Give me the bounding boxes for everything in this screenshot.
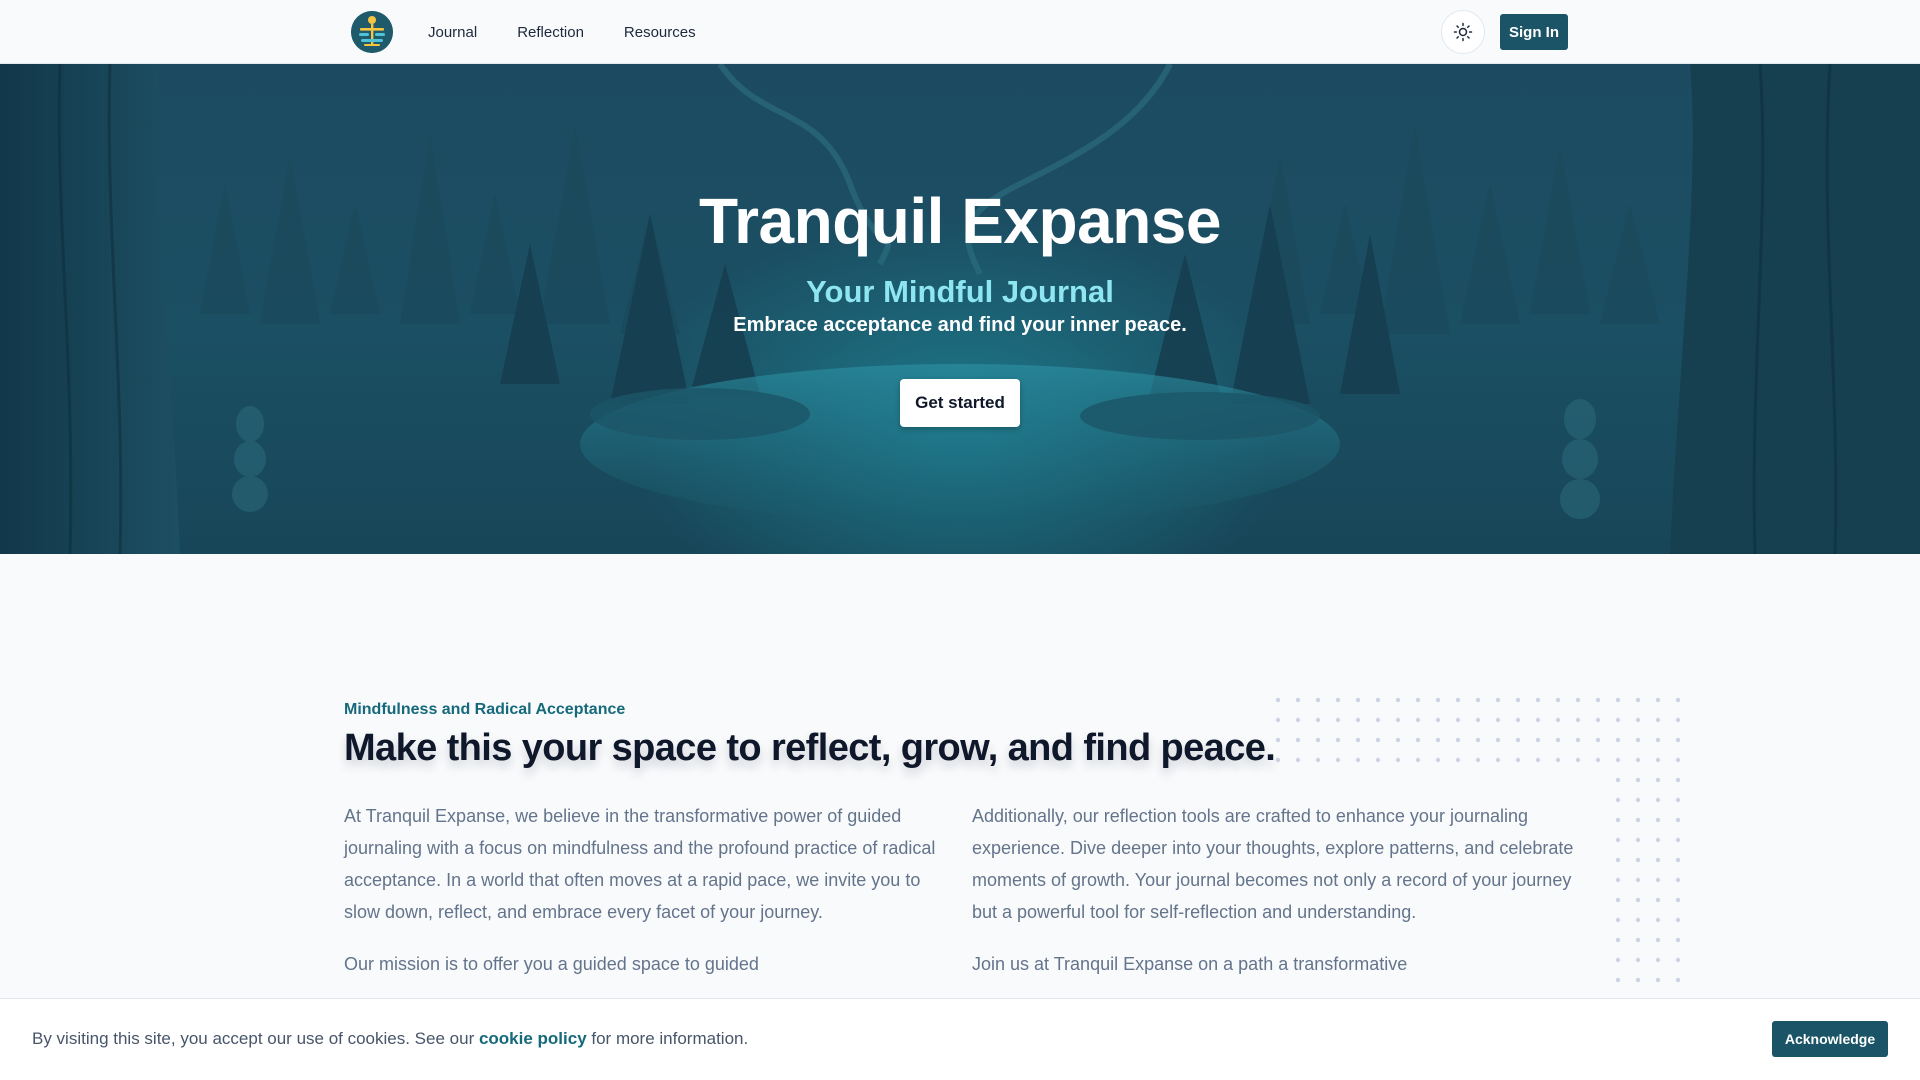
content-column-left: At Tranquil Expanse, we believe in the t…: [344, 800, 944, 980]
paragraph: Our mission is to offer you a guided spa…: [344, 954, 759, 974]
cookie-text-before: By visiting this site, you accept our us…: [32, 1029, 479, 1048]
hero-banner: Tranquil Expanse Your Mindful Journal Em…: [0, 64, 1920, 554]
section-heading: Make this your space to reflect, grow, a…: [344, 727, 1276, 769]
cookie-message: By visiting this site, you accept our us…: [32, 1029, 748, 1049]
get-started-button[interactable]: Get started: [900, 379, 1020, 427]
main-nav: Journal Reflection Resources: [428, 0, 696, 64]
section-eyebrow: Mindfulness and Radical Acceptance: [344, 701, 626, 718]
top-navbar: Journal Reflection Resources Sign In: [0, 0, 1920, 64]
paragraph: Join us at Tranquil Expanse on a path a …: [972, 954, 1408, 974]
nav-link-reflection[interactable]: Reflection: [517, 24, 584, 41]
paragraph: Additionally, our reflection tools are c…: [972, 806, 1574, 922]
sign-in-button[interactable]: Sign In: [1500, 14, 1568, 50]
theme-toggle-button[interactable]: [1441, 10, 1485, 54]
paragraph: At Tranquil Expanse, we believe in the t…: [344, 806, 936, 922]
hero-title: Tranquil Expanse: [699, 185, 1221, 257]
sun-icon: [1453, 22, 1473, 42]
logo-icon[interactable]: [351, 11, 393, 53]
cookie-policy-link[interactable]: cookie policy: [479, 1029, 587, 1048]
acknowledge-button[interactable]: Acknowledge: [1772, 1021, 1888, 1057]
hero-subtitle: Your Mindful Journal: [806, 274, 1114, 309]
balance-lotus-icon: [351, 11, 393, 53]
content-column-right: Additionally, our reflection tools are c…: [972, 800, 1582, 980]
nav-link-journal[interactable]: Journal: [428, 24, 477, 41]
cookie-text-after: for more information.: [586, 1029, 749, 1048]
cookie-banner: By visiting this site, you accept our us…: [0, 998, 1920, 1080]
hero-tagline: Embrace acceptance and find your inner p…: [733, 314, 1187, 336]
nav-link-resources[interactable]: Resources: [624, 24, 696, 41]
